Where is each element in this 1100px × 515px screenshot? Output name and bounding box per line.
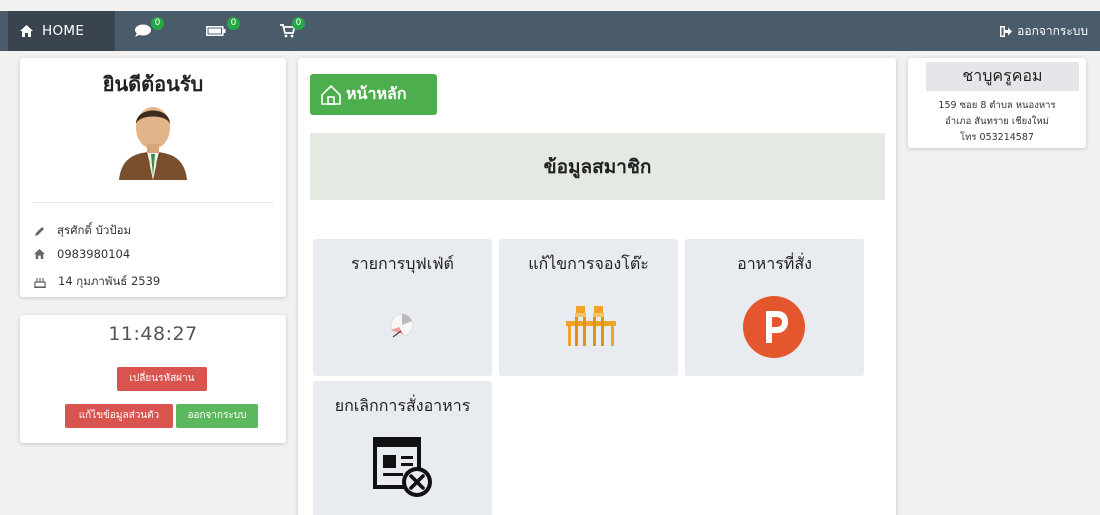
p-circle-icon [743, 296, 805, 358]
profile-name-row: สุรศักดิ์ บัวป้อม [34, 222, 131, 240]
sign-out-icon [1000, 25, 1013, 37]
nav-logout-link[interactable]: ออกจากระบบ [1000, 11, 1088, 51]
user-avatar-icon [119, 107, 187, 180]
buffet-icon [390, 313, 414, 338]
birthday-cake-icon [34, 278, 46, 288]
top-navbar: HOME 0 0 0 ออกจากระบบ [0, 11, 1100, 51]
profile-divider [32, 202, 274, 203]
shop-phone: โทร 053214587 [960, 132, 1034, 143]
profile-phone: 0983980104 [57, 247, 131, 261]
member-info-banner: ข้อมูลสมาชิก [310, 133, 885, 200]
home-icon [34, 249, 45, 259]
tile-cancel-order-label: ยกเลิกการสั่งอาหาร [334, 396, 471, 415]
profile-card: ยินดีต้อนรับ สุรศักดิ์ บัวป้อม 098398010… [20, 58, 286, 297]
nav-chat[interactable]: 0 [134, 11, 164, 51]
tile-cancel-order[interactable]: ยกเลิกการสั่งอาหาร [313, 381, 492, 515]
chat-count-badge: 0 [151, 17, 164, 30]
profile-name: สุรศักดิ์ บัวป้อม [57, 223, 132, 237]
table-chairs-icon [566, 306, 616, 346]
battery-icon [206, 26, 226, 36]
shop-address-line1: 159 ซอย 8 ตำบล หนองหาร [938, 100, 1056, 111]
clock-card: 11:48:27 เปลี่ยนรหัสผ่าน แก้ไขข้อมูลส่วน… [20, 315, 286, 443]
tile-ordered-food[interactable]: อาหารที่สั่ง [685, 239, 864, 376]
profile-birthdate-row: 14 กุมภาพันธ์ 2539 [34, 273, 160, 291]
nav-card[interactable]: 0 [206, 11, 240, 51]
logout-button[interactable]: ออกจากระบบ [176, 404, 258, 428]
profile-birthdate: 14 กุมภาพันธ์ 2539 [58, 274, 161, 288]
tile-buffet-label: รายการบุฟเฟ่ต์ [351, 254, 454, 273]
cart-count-badge: 0 [292, 17, 305, 30]
nav-home[interactable]: HOME [8, 11, 115, 51]
home-page-button[interactable]: หน้าหลัก [310, 74, 437, 115]
clock-time: 11:48:27 [108, 323, 198, 345]
home-icon [20, 25, 33, 37]
change-password-button[interactable]: เปลี่ยนรหัสผ่าน [117, 367, 207, 391]
shop-name: ชาบูครูคอม [926, 62, 1079, 91]
cancel-order-icon [373, 437, 432, 497]
tile-edit-reservation[interactable]: แก้ไขการจองโต๊ะ [499, 239, 678, 376]
main-panel: หน้าหลัก ข้อมูลสมาชิก รายการบุฟเฟ่ต์ แก้… [298, 58, 896, 515]
card-count-badge: 0 [227, 17, 240, 30]
shop-info-card: ชาบูครูคอม 159 ซอย 8 ตำบล หนองหาร อำเภอ … [908, 58, 1086, 148]
pencil-icon [35, 226, 44, 236]
tile-buffet-list[interactable]: รายการบุฟเฟ่ต์ [313, 239, 492, 376]
nav-logout-label: ออกจากระบบ [1017, 23, 1088, 38]
nav-cart[interactable]: 0 [280, 11, 305, 51]
chat-icon [135, 24, 151, 37]
tile-ordered-food-label: อาหารที่สั่ง [737, 254, 812, 273]
home-page-label: หน้าหลัก [346, 84, 407, 103]
welcome-heading: ยินดีต้อนรับ [102, 72, 204, 96]
home-outline-icon [321, 84, 341, 105]
nav-home-label: HOME [42, 23, 85, 39]
tile-reservation-label: แก้ไขการจองโต๊ะ [528, 254, 649, 273]
shop-address-line2: อำเภอ สันทราย เชียงใหม่ [945, 116, 1049, 127]
profile-phone-row: 0983980104 [34, 247, 130, 261]
edit-profile-button[interactable]: แก้ไขข้อมูลส่วนตัว [65, 404, 173, 428]
